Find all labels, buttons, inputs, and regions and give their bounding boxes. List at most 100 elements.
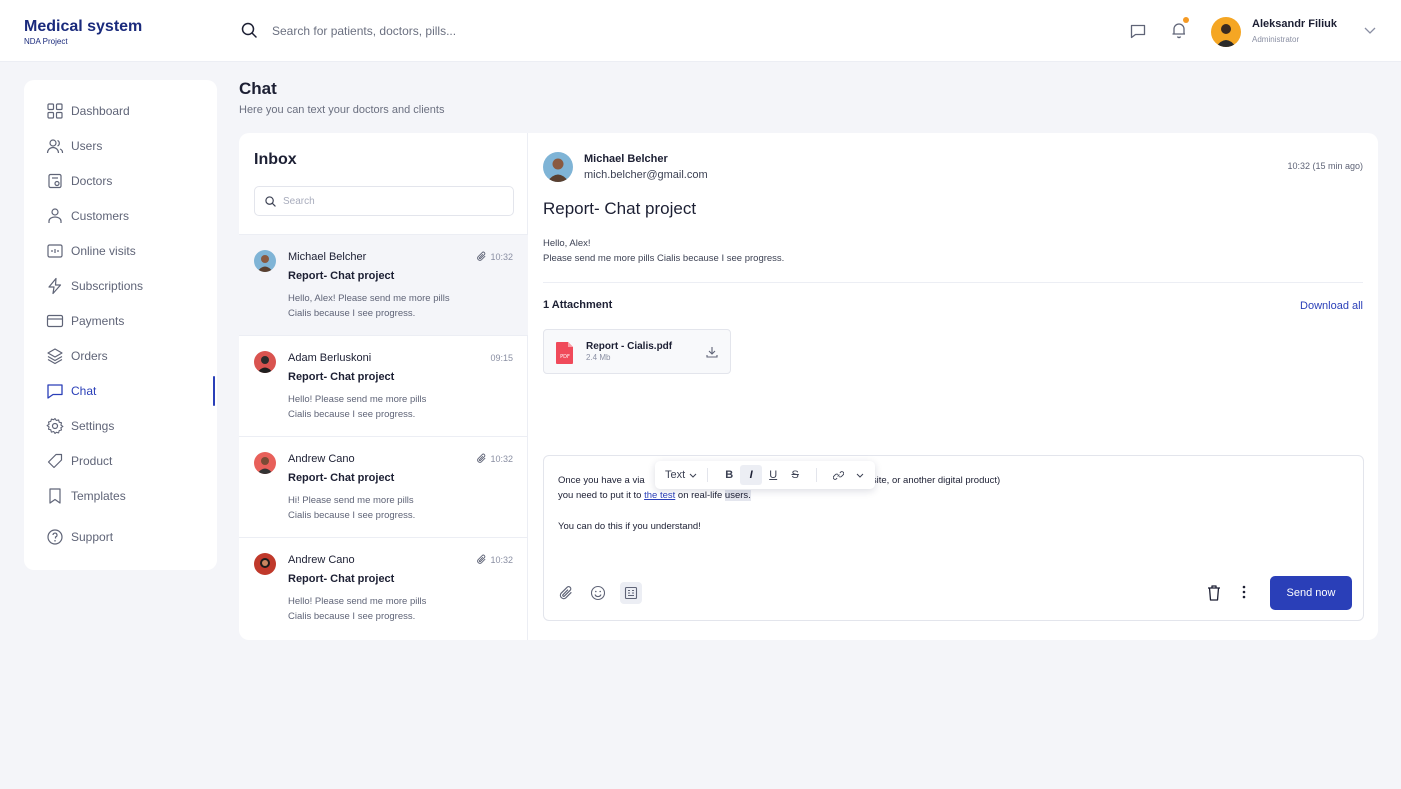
sidebar-item-online-visits[interactable]: Online visits — [46, 241, 136, 261]
list-item[interactable]: Adam Berluskoni 09:15 Report- Chat proje… — [239, 335, 528, 436]
help-icon — [46, 528, 64, 546]
sender-name: Adam Berluskoni — [288, 352, 372, 364]
sidebar-item-label: Settings — [71, 419, 115, 433]
sidebar-item-customers[interactable]: Customers — [46, 206, 129, 226]
card-icon — [46, 312, 64, 330]
sidebar-item-label: Payments — [71, 314, 125, 328]
preview-line: Hi! Please send me more pills — [288, 495, 414, 506]
strikethrough-button[interactable]: S — [784, 465, 806, 485]
list-item[interactable]: Michael Belcher 10:32 Report- Chat proje… — [239, 234, 528, 335]
sidebar-item-chat[interactable]: Chat — [46, 381, 96, 401]
composer-line[interactable]: You can do this if you understand! — [558, 521, 701, 532]
download-icon[interactable] — [706, 346, 718, 358]
chevron-down-icon[interactable] — [849, 465, 871, 485]
attachment-size: 2.4 Mb — [586, 353, 611, 362]
sidebar-item-label: Users — [71, 139, 103, 153]
composer-text: Once you have a via — [558, 475, 645, 486]
inbox-title: Inbox — [254, 151, 297, 168]
bell-icon[interactable] — [1170, 21, 1188, 39]
message-composer[interactable]: Once you have a via site, or another dig… — [543, 455, 1364, 621]
sidebar-item-dashboard[interactable]: Dashboard — [46, 101, 130, 121]
global-search-input[interactable] — [272, 20, 632, 42]
avatar — [254, 452, 276, 474]
more-options-icon[interactable] — [1242, 584, 1246, 600]
attachment-name: Report - Cialis.pdf — [586, 341, 673, 352]
emoji-icon[interactable] — [590, 585, 606, 601]
composer-text: site, or another digital product) — [871, 475, 1001, 486]
clipboard-icon — [46, 172, 64, 190]
template-icon[interactable] — [620, 582, 642, 604]
body-line: Please send me more pills Cialis because… — [543, 253, 785, 264]
sidebar-item-settings[interactable]: Settings — [46, 416, 114, 436]
grid-icon — [46, 102, 64, 120]
toolbar-divider — [816, 468, 818, 482]
message-preview: Hi! Please send me more pills Cialis bec… — [288, 493, 488, 523]
message-time: 09:15 — [490, 353, 513, 363]
message-time: 10:32 — [490, 252, 513, 262]
link-icon[interactable] — [827, 465, 849, 485]
sidebar-item-label: Online visits — [71, 244, 136, 258]
paperclip-icon — [476, 453, 487, 464]
body-line: Hello, Alex! — [543, 238, 591, 249]
chevron-down-icon — [685, 473, 697, 478]
sidebar-item-doctors[interactable]: Doctors — [46, 171, 112, 191]
layers-icon — [46, 347, 64, 365]
user-name[interactable]: Aleksandr Filiuk — [1252, 18, 1337, 30]
composer-text: on real-life — [675, 490, 725, 501]
sidebar-item-support[interactable]: Support — [46, 527, 113, 547]
message-subject: Report- Chat project — [288, 472, 395, 484]
brand-subtitle: NDA Project — [24, 37, 68, 46]
message-time: 10:32 (15 min ago) — [1287, 161, 1363, 171]
paperclip-icon — [476, 554, 487, 565]
message-preview: Hello, Alex! Please send me more pills C… — [288, 291, 488, 321]
sidebar-item-orders[interactable]: Orders — [46, 346, 108, 366]
sidebar-item-subscriptions[interactable]: Subscriptions — [46, 276, 143, 296]
preview-line: Cialis because I see progress. — [288, 409, 416, 420]
message-preview: Hello! Please send me more pills Cialis … — [288, 392, 488, 422]
sidebar-item-product[interactable]: Product — [46, 451, 112, 471]
inbox-search-input[interactable] — [283, 193, 503, 209]
trash-icon[interactable] — [1206, 584, 1222, 602]
italic-button[interactable]: I — [740, 465, 763, 485]
page-subtitle: Here you can text your doctors and clien… — [239, 104, 445, 116]
sidebar-item-label: Subscriptions — [71, 279, 144, 293]
attachment-card[interactable]: PDF Report - Cialis.pdf 2.4 Mb — [543, 329, 731, 374]
list-item[interactable]: Andrew Cano 10:32 Report- Chat project H… — [239, 436, 528, 537]
sidebar-item-label: Support — [71, 530, 114, 544]
text-style-dropdown[interactable]: Text — [665, 469, 697, 481]
underline-button[interactable]: U — [762, 465, 784, 485]
chat-icon — [46, 382, 64, 400]
inbox-search[interactable] — [254, 186, 514, 216]
sidebar-item-payments[interactable]: Payments — [46, 311, 124, 331]
brand[interactable]: Medical system NDA Project — [24, 18, 142, 47]
users-icon — [46, 137, 64, 155]
sender-name: Michael Belcher — [584, 153, 668, 165]
sender-name: Andrew Cano — [288, 453, 355, 465]
message-subject: Report- Chat project — [543, 199, 697, 218]
notification-dot — [1183, 17, 1189, 23]
sidebar-item-users[interactable]: Users — [46, 136, 102, 156]
paperclip-icon[interactable] — [558, 585, 574, 601]
preview-line: Hello! Please send me more pills — [288, 394, 427, 405]
sidebar-item-label: Customers — [71, 209, 130, 223]
download-all-link[interactable]: Download all — [1300, 300, 1363, 312]
composer-link[interactable]: the test — [644, 490, 675, 501]
list-item[interactable]: Andrew Cano 10:32 Report- Chat project H… — [239, 537, 528, 638]
divider — [543, 282, 1363, 283]
send-now-button[interactable]: Send now — [1270, 576, 1352, 610]
calendar-icon — [46, 242, 64, 260]
sidebar-item-label: Product — [71, 454, 113, 468]
sidebar-item-label: Dashboard — [71, 104, 130, 118]
brand-title: Medical system — [24, 18, 143, 35]
sidebar-item-templates[interactable]: Templates — [46, 486, 126, 506]
composer-line[interactable]: you need to put it to the test on real-l… — [558, 490, 751, 501]
sender-name: Michael Belcher — [288, 251, 367, 263]
preview-line: Hello, Alex! Please send me more pills — [288, 293, 450, 304]
search-icon — [241, 22, 257, 38]
sidebar-item-label: Chat — [71, 384, 97, 398]
user-avatar[interactable] — [1211, 17, 1241, 47]
chevron-down-icon[interactable] — [1364, 27, 1376, 35]
messages-icon[interactable] — [1129, 22, 1147, 40]
sender-email: mich.belcher@gmail.com — [584, 169, 708, 181]
bold-button[interactable]: B — [718, 465, 740, 485]
